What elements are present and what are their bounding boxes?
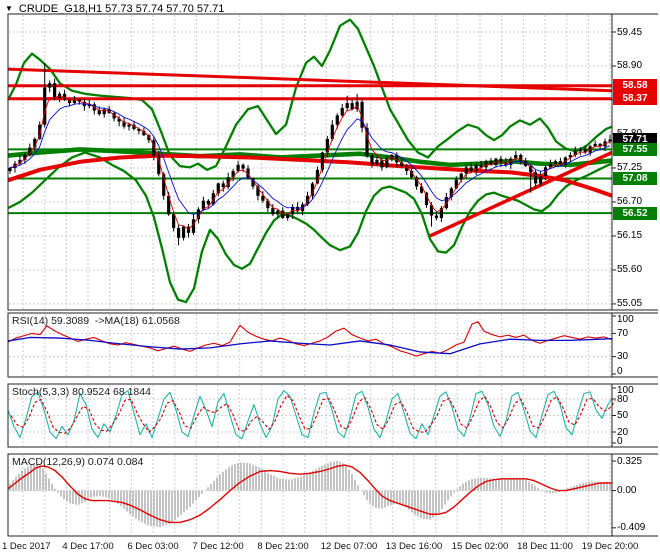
stoch-d-line: [10, 394, 616, 434]
candle-body: [127, 124, 131, 127]
candle-body: [370, 155, 374, 164]
candle-body: [553, 161, 558, 164]
chart-canvas[interactable]: [0, 0, 660, 560]
candle-body: [335, 115, 339, 125]
candle-body: [538, 175, 543, 184]
bollinger-upper: [6, 18, 613, 171]
candle-body: [176, 227, 181, 238]
candle-body: [53, 83, 57, 99]
candle-body: [281, 210, 285, 219]
candle-body: [43, 87, 47, 125]
macd-signal-line: [7, 464, 613, 524]
candle-body: [48, 83, 52, 88]
candle-body: [469, 167, 473, 172]
candle-body: [340, 108, 344, 116]
candle-body: [375, 159, 379, 164]
panel-frame: [7, 453, 613, 537]
candle-body: [181, 226, 186, 238]
stoch-k-line: [7, 390, 613, 440]
descending-trendline: [7, 67, 613, 93]
candle-body: [172, 214, 176, 228]
candle-body: [206, 200, 210, 205]
candle-body: [271, 208, 275, 215]
trading-chart-window: ▼ CRUDE_G18,H1 57.73 57.74 57.70 57.71 R…: [0, 0, 660, 560]
candle-body: [434, 215, 439, 219]
candle-body: [8, 167, 12, 172]
candle-body: [286, 214, 290, 219]
candle-body: [464, 167, 468, 174]
candle-body: [276, 210, 280, 215]
candle-body: [424, 192, 429, 206]
candle-body: [578, 149, 582, 152]
candle-body: [221, 183, 225, 188]
rsi-line: [7, 321, 613, 357]
candle-body: [345, 103, 349, 109]
panel-frame: [7, 312, 613, 378]
candle-body: [241, 164, 245, 169]
candle-body: [608, 139, 612, 142]
candle-body: [593, 143, 597, 147]
candle-body: [236, 164, 240, 172]
